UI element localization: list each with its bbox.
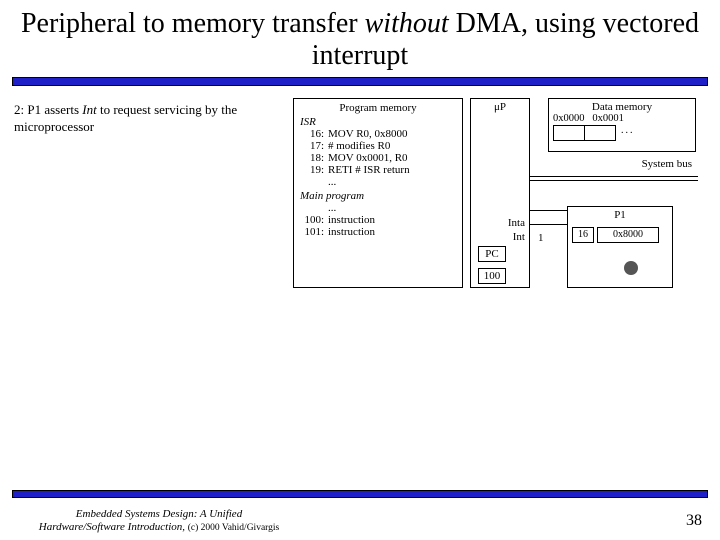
int-value: 1 — [538, 232, 544, 244]
data-cell — [553, 125, 585, 141]
bottom-accent-bar — [12, 490, 708, 498]
p1-sixteen: 16 — [572, 227, 594, 243]
slide-title: Peripheral to memory transfer without DM… — [0, 0, 720, 74]
isr-label: ISR — [300, 116, 456, 128]
page-number: 38 — [686, 512, 702, 530]
top-accent-bar — [12, 78, 708, 86]
system-bus — [530, 176, 698, 181]
int-signal-label: Int — [513, 231, 525, 243]
pc-value-box: 100 — [478, 268, 506, 284]
step-description: 2: P1 asserts Int to request servicing b… — [14, 102, 274, 135]
main-program-label: Main program — [300, 190, 456, 202]
p1-indicator-dot — [624, 261, 638, 275]
int-wire — [530, 224, 567, 225]
data-cell — [584, 125, 616, 141]
footer: Embedded Systems Design: A Unified Hardw… — [0, 490, 720, 540]
peripheral-p1-box: P1 16 0x8000 — [567, 206, 673, 288]
diagram-area: 2: P1 asserts Int to request servicing b… — [0, 86, 720, 466]
p1-header: P1 — [568, 209, 672, 221]
inta-wire — [530, 210, 567, 211]
system-bus-label: System bus — [548, 158, 696, 170]
data-memory-box: Data memory 0x0000 0x0001 ... — [548, 98, 696, 152]
p1-addr: 0x8000 — [597, 227, 659, 243]
inta-signal-label: Inta — [508, 217, 525, 229]
data-memory-header: Data memory — [553, 101, 691, 113]
pc-label-box: PC — [478, 246, 506, 262]
program-memory-header: Program memory — [300, 102, 456, 114]
program-memory-box: Program memory ISR 16:MOV R0, 0x8000 17:… — [293, 98, 463, 288]
footer-citation: Embedded Systems Design: A Unified Hardw… — [14, 508, 304, 534]
microprocessor-label: μP — [471, 99, 529, 113]
